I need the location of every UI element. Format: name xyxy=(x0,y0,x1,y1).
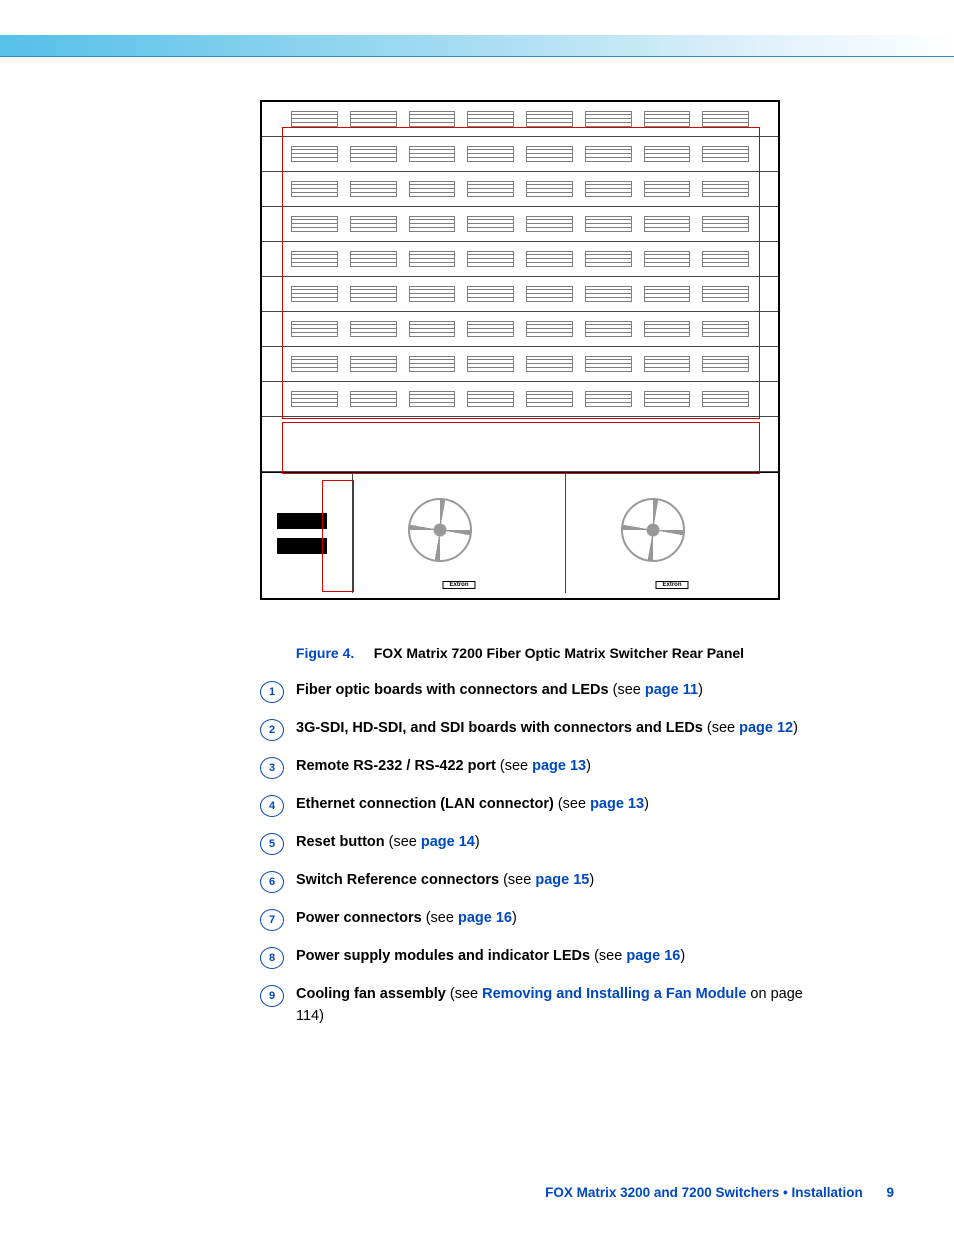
callout-text: Cooling fan assembly (see Removing and I… xyxy=(296,984,834,1028)
callout-bold: Fiber optic boards with connectors and L… xyxy=(296,682,609,698)
circled-number-icon: 2 xyxy=(260,719,284,741)
callout-item-3: 3 Remote RS-232 / RS-422 port (see page 1… xyxy=(260,756,834,779)
circled-number-icon: 7 xyxy=(260,909,284,931)
header-gradient-bar xyxy=(0,35,954,57)
callout-bold: Ethernet connection (LAN connector) xyxy=(296,796,554,812)
callout-text: Remote RS-232 / RS-422 port (see page 13… xyxy=(296,756,834,778)
page-link[interactable]: page 16 xyxy=(626,948,680,964)
callout-item-5: 5 Reset button (see page 14) xyxy=(260,832,834,855)
page-link[interactable]: page 15 xyxy=(535,872,589,888)
page-link[interactable]: page 11 xyxy=(645,682,698,698)
callout-bold: Cooling fan assembly xyxy=(296,986,446,1002)
callout-item-4: 4 Ethernet connection (LAN connector) (se… xyxy=(260,794,834,817)
callout-item-6: 6 Switch Reference connectors (see page 1… xyxy=(260,870,834,893)
callout-item-7: 7 Power connectors (see page 16) xyxy=(260,908,834,931)
callout-bold: Remote RS-232 / RS-422 port xyxy=(296,758,496,774)
callout-text: 3G-SDI, HD-SDI, and SDI boards with conn… xyxy=(296,718,834,740)
callout-text: Fiber optic boards with connectors and L… xyxy=(296,680,834,702)
callout-bold: Power connectors xyxy=(296,910,422,926)
page-link[interactable]: page 12 xyxy=(739,720,793,736)
callout-text: Reset button (see page 14) xyxy=(296,832,834,854)
callout-item-1: 1 Fiber optic boards with connectors and … xyxy=(260,680,834,703)
page-link[interactable]: page 14 xyxy=(421,834,475,850)
brand-label: Extron xyxy=(442,581,475,589)
figure-caption: Figure 4. FOX Matrix 7200 Fiber Optic Ma… xyxy=(260,645,780,661)
callout-item-2: 2 3G-SDI, HD-SDI, and SDI boards with con… xyxy=(260,718,834,741)
callout-text: Power supply modules and indicator LEDs … xyxy=(296,946,834,968)
callout-text: Switch Reference connectors (see page 15… xyxy=(296,870,834,892)
rear-panel-diagram: Extron Extron xyxy=(260,100,780,600)
circled-number-icon: 4 xyxy=(260,795,284,817)
page-link[interactable]: page 16 xyxy=(458,910,512,926)
callout-bold: Power supply modules and indicator LEDs xyxy=(296,948,590,964)
page-link[interactable]: page 13 xyxy=(532,758,586,774)
page-link[interactable]: page 13 xyxy=(590,796,644,812)
circled-number-icon: 5 xyxy=(260,833,284,855)
callout-item-9: 9 Cooling fan assembly (see Removing and … xyxy=(260,984,834,1028)
figure-number: Figure 4. xyxy=(296,645,354,661)
circled-number-icon: 1 xyxy=(260,681,284,703)
callout-bold: 3G-SDI, HD-SDI, and SDI boards with conn… xyxy=(296,720,703,736)
callout-text: Ethernet connection (LAN connector) (see… xyxy=(296,794,834,816)
page-link[interactable]: Removing and Installing a Fan Module xyxy=(482,986,746,1002)
callout-bold: Reset button xyxy=(296,834,385,850)
page-footer: FOX Matrix 3200 and 7200 Switchers • Ins… xyxy=(545,1185,894,1200)
figure-title: FOX Matrix 7200 Fiber Optic Matrix Switc… xyxy=(374,645,744,661)
brand-label-2: Extron xyxy=(655,581,688,589)
circled-number-icon: 8 xyxy=(260,947,284,969)
figure-4: Extron Extron xyxy=(260,100,780,600)
footer-title: FOX Matrix 3200 and 7200 Switchers • Ins… xyxy=(545,1185,863,1200)
callout-text: Power connectors (see page 16) xyxy=(296,908,834,930)
callout-item-8: 8 Power supply modules and indicator LEDs… xyxy=(260,946,834,969)
circled-number-icon: 9 xyxy=(260,985,284,1007)
circled-number-icon: 3 xyxy=(260,757,284,779)
callout-list: 1 Fiber optic boards with connectors and … xyxy=(260,680,834,1043)
circled-number-icon: 6 xyxy=(260,871,284,893)
callout-bold: Switch Reference connectors xyxy=(296,872,499,888)
footer-page-number: 9 xyxy=(886,1185,894,1200)
